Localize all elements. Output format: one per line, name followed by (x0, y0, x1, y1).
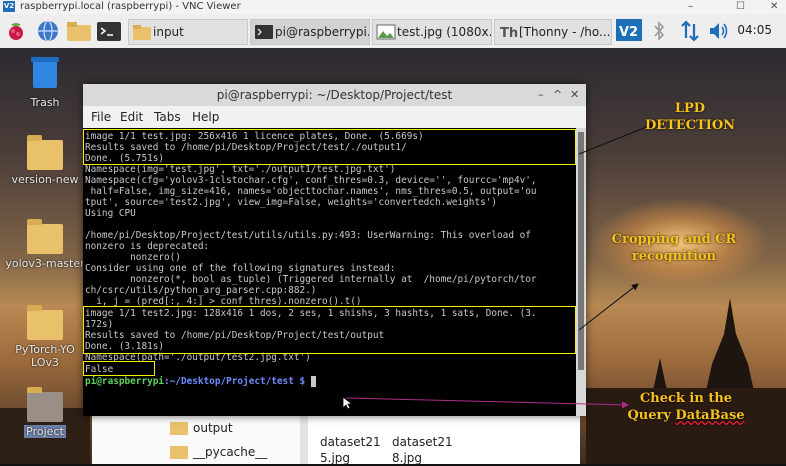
annotation-line: recognition (631, 249, 717, 264)
arrow-crop (578, 283, 639, 331)
annotation-line: LPD (674, 101, 706, 116)
annotation-cropping: Cropping and CR recognition (596, 231, 752, 265)
annotation-line: Check in the (639, 391, 733, 406)
annotation-check-database: Check in the Query DataBase (618, 390, 754, 424)
annotation-lpd-detection: LPD DETECTION (630, 100, 750, 134)
arrow-check (345, 397, 629, 409)
annotation-line: Query (627, 408, 676, 423)
mouse-pointer-icon (342, 396, 352, 410)
annotation-line-underlined: DataBase (675, 408, 745, 423)
annotation-line: Cropping and CR (611, 232, 737, 247)
annotation-line: DETECTION (644, 118, 736, 133)
